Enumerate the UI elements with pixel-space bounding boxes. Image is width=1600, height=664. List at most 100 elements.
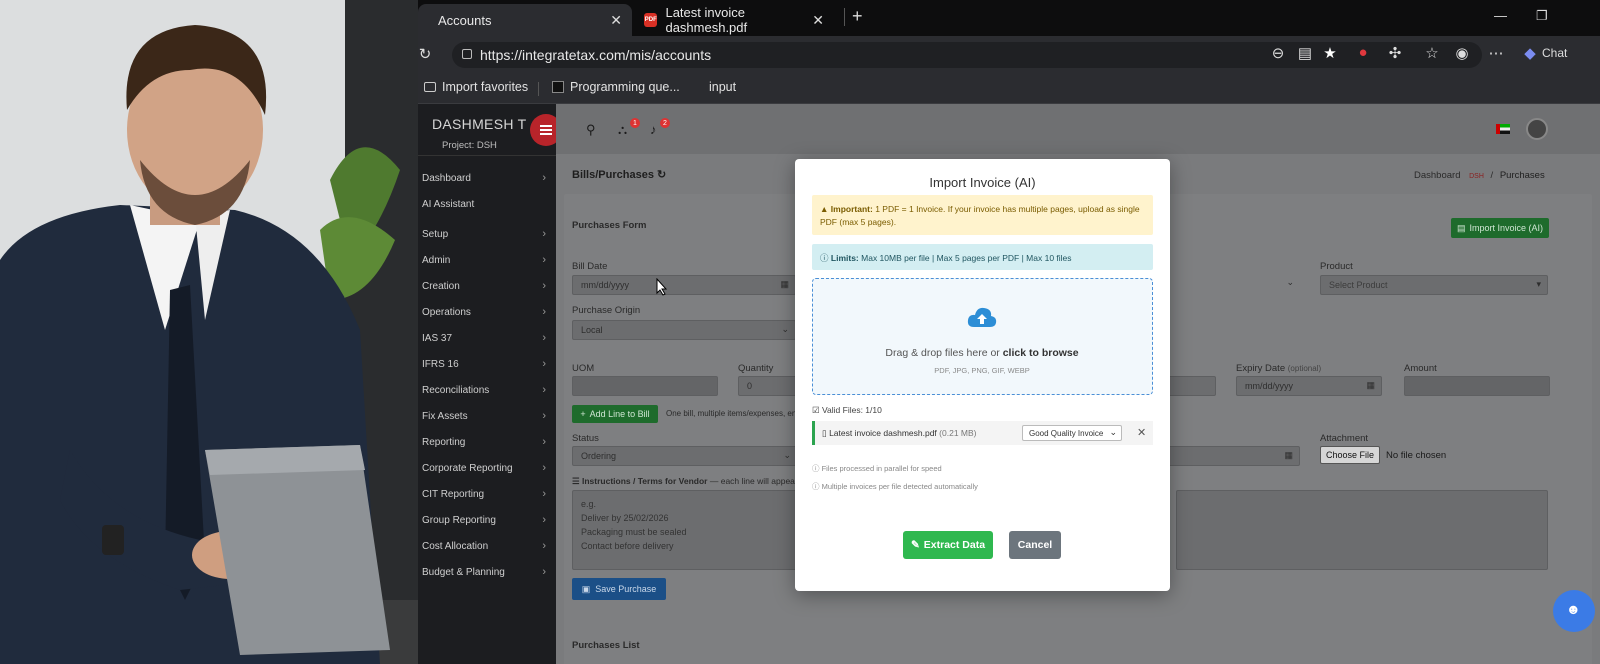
pdf-icon: PDF: [644, 13, 658, 27]
chevron-right-icon: ›: [542, 540, 546, 552]
profile-icon[interactable]: ◉: [1452, 44, 1472, 62]
save-icon: ▣: [581, 583, 591, 594]
calendar-icon: ▦: [1284, 450, 1293, 460]
nav-label: CIT Reporting: [422, 488, 485, 500]
hidden-date-input[interactable]: ▦: [1156, 446, 1300, 466]
close-tab-icon[interactable]: ✕: [812, 12, 824, 29]
avatar[interactable]: [1526, 118, 1548, 140]
sidebar-item-ai-assistant[interactable]: AI Assistant: [418, 194, 556, 214]
quantity-input[interactable]: 0: [738, 376, 798, 396]
reader-icon[interactable]: ▤: [1295, 44, 1315, 62]
hierarchy-icon[interactable]: ⛬: [618, 122, 627, 138]
sidebar-item-reporting[interactable]: Reporting ›: [418, 432, 556, 452]
sidebar-item-operations[interactable]: Operations ›: [418, 302, 556, 322]
breadcrumb-dashboard[interactable]: Dashboard: [1414, 170, 1460, 181]
uom-input[interactable]: [572, 376, 718, 396]
copilot-icon[interactable]: ◆: [1520, 44, 1540, 62]
info-icon: ⓘ: [812, 464, 820, 473]
favorites-icon[interactable]: ☆: [1422, 44, 1442, 62]
chevron-right-icon: ›: [542, 488, 546, 500]
page-title: Bills/Purchases ↻: [572, 169, 667, 181]
sidebar-item-creation[interactable]: Creation ›: [418, 276, 556, 296]
favorites-bar: Import favorites Programming que... inpu…: [418, 74, 1600, 104]
tab-label: Latest invoice dashmesh.pdf: [665, 5, 748, 35]
refresh-icon[interactable]: ↻: [657, 169, 666, 181]
nav-label: Setup: [422, 228, 449, 240]
sidebar-item-setup[interactable]: Setup ›: [418, 224, 556, 244]
restore-icon[interactable]: ❐: [1536, 8, 1548, 24]
nav-label: IFRS 16: [422, 358, 459, 370]
flag-icon[interactable]: [1496, 124, 1510, 134]
search-icon[interactable]: ⚲: [586, 122, 596, 138]
no-file-text: No file chosen: [1386, 450, 1447, 461]
breadcrumb-project[interactable]: DSH: [1469, 173, 1484, 180]
sidebar: DASHMESH T Project: DSH Dashboard › AI As…: [418, 104, 556, 664]
minimize-icon[interactable]: —: [1494, 8, 1507, 23]
extensions-icon[interactable]: ✣: [1385, 44, 1405, 62]
nav-label: Corporate Reporting: [422, 462, 513, 474]
sidebar-item-corporate-reporting[interactable]: Corporate Reporting ›: [418, 458, 556, 478]
import-invoice-button[interactable]: ▤ Import Invoice (AI): [1451, 218, 1549, 238]
nav-label: AI Assistant: [422, 198, 475, 210]
purchases-list-title: Purchases List: [572, 640, 640, 651]
choose-file-button[interactable]: Choose File: [1320, 446, 1380, 464]
instructions-textarea[interactable]: e.g. Deliver by 25/02/2026 Packaging mus…: [572, 490, 798, 570]
sidebar-item-reconciliations[interactable]: Reconciliations ›: [418, 380, 556, 400]
sidebar-item-admin[interactable]: Admin ›: [418, 250, 556, 270]
add-line-button[interactable]: + Add Line to Bill: [572, 405, 658, 423]
quantity-label: Quantity: [738, 363, 774, 374]
bill-date-input[interactable]: mm/dd/yyyy ▦: [572, 275, 796, 295]
import-favorites-link[interactable]: Import favorites: [424, 80, 528, 94]
more-icon[interactable]: ⋯: [1486, 44, 1506, 62]
info-icon: ⓘ: [820, 253, 829, 263]
uom-label: UOM: [572, 363, 595, 374]
nav-label: Reporting: [422, 436, 466, 448]
cancel-button[interactable]: Cancel: [1009, 531, 1061, 559]
nav-label: Operations: [422, 306, 471, 318]
fav-label: Import favorites: [442, 80, 529, 94]
breadcrumb: Dashboard DSH / Purchases: [1414, 170, 1545, 181]
extension-icon[interactable]: ●: [1353, 44, 1373, 61]
sidebar-item-cit-reporting[interactable]: CIT Reporting ›: [418, 484, 556, 504]
tab-accounts[interactable]: Accounts ✕: [418, 4, 632, 36]
amount-input[interactable]: [1404, 376, 1550, 396]
file-dropzone[interactable]: Drag & drop files here or click to brows…: [812, 278, 1153, 395]
close-tab-icon[interactable]: ✕: [610, 12, 622, 29]
fav-programming[interactable]: Programming que...: [552, 80, 680, 94]
dropzone-text: Drag & drop files here or click to brows…: [885, 347, 1079, 359]
zoom-icon[interactable]: ⊖: [1268, 44, 1288, 62]
chatbot-button[interactable]: ☻: [1553, 590, 1595, 632]
copilot-label[interactable]: Chat: [1542, 46, 1567, 60]
browse-link[interactable]: click to browse: [1003, 347, 1079, 359]
remove-file-icon[interactable]: ✕: [1137, 426, 1146, 439]
tab-divider: [844, 8, 845, 26]
fav-input[interactable]: input: [709, 80, 736, 94]
sidebar-item-ifrs16[interactable]: IFRS 16 ›: [418, 354, 556, 374]
product-label: Product: [1320, 261, 1353, 272]
notes-textarea[interactable]: [1176, 490, 1548, 570]
chevron-right-icon: ›: [542, 280, 546, 292]
sidebar-item-budget-planning[interactable]: Budget & Planning ›: [418, 562, 556, 582]
new-tab-icon[interactable]: +: [852, 6, 863, 27]
status-select[interactable]: Ordering ⌄: [572, 446, 798, 466]
bell-icon[interactable]: ♪: [650, 122, 657, 137]
sidebar-item-dashboard[interactable]: Dashboard ›: [418, 168, 556, 188]
refresh-icon[interactable]: ↻: [418, 45, 432, 63]
chevron-down-icon: ⌄: [1109, 427, 1117, 437]
product-select[interactable]: Select Product ▾: [1320, 275, 1548, 295]
chevron-right-icon: ›: [542, 436, 546, 448]
tab-bar: Accounts ✕ PDF Latest invoice dashmesh.p…: [418, 0, 1600, 36]
sidebar-item-ias37[interactable]: IAS 37 ›: [418, 328, 556, 348]
save-purchase-button[interactable]: ▣ Save Purchase: [572, 578, 666, 600]
tab-pdf[interactable]: PDF Latest invoice dashmesh.pdf ✕: [634, 4, 834, 36]
favorite-star-icon[interactable]: ★: [1320, 44, 1340, 62]
extract-data-button[interactable]: ✎ Extract Data: [903, 531, 993, 559]
important-alert: ▲ Important: 1 PDF = 1 Invoice. If your …: [812, 195, 1153, 235]
purchase-origin-select[interactable]: Local ⌄: [572, 320, 796, 340]
quality-select[interactable]: Good Quality Invoice ⌄: [1022, 425, 1122, 441]
sidebar-item-cost-allocation[interactable]: Cost Allocation ›: [418, 536, 556, 556]
sidebar-item-group-reporting[interactable]: Group Reporting ›: [418, 510, 556, 530]
sidebar-item-fix-assets[interactable]: Fix Assets ›: [418, 406, 556, 426]
url-text: https://integratetax.com/mis/accounts: [480, 47, 712, 63]
expiry-date-input[interactable]: mm/dd/yyyy ▦: [1236, 376, 1382, 396]
